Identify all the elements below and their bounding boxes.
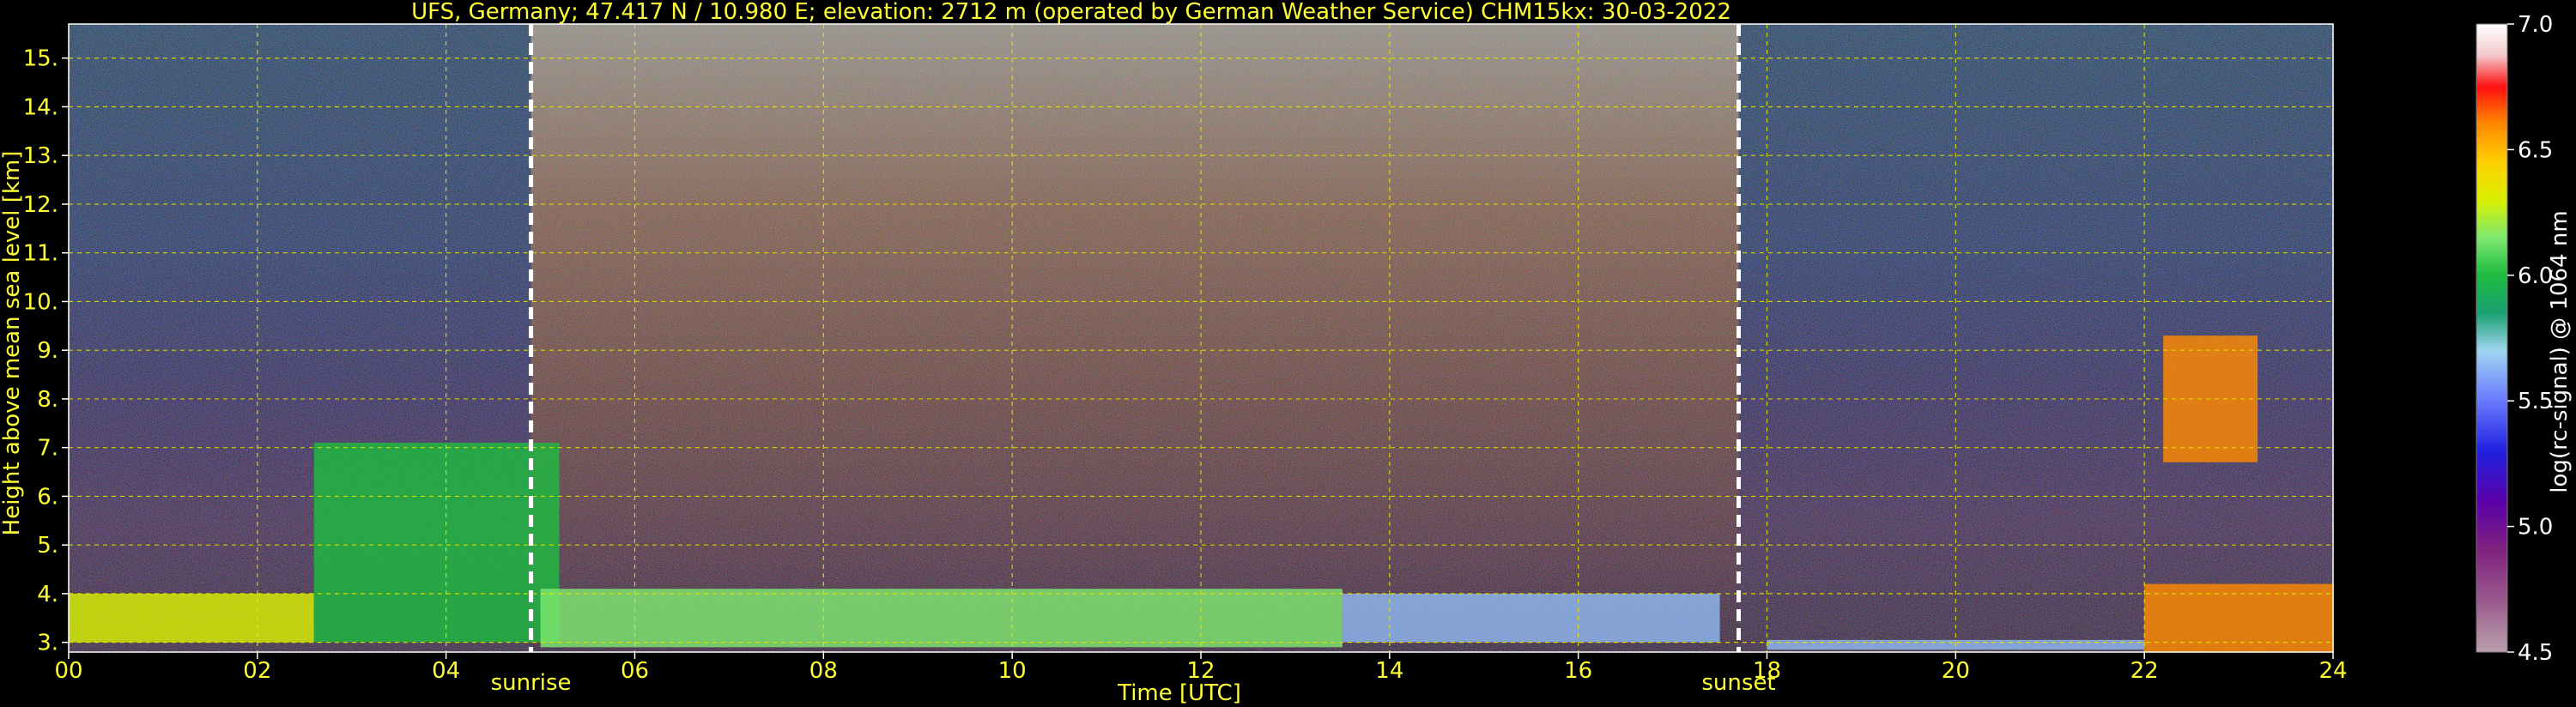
x-axis-label: Time [UTC] <box>1117 680 1241 706</box>
x-tick-label: 22 <box>2131 658 2159 684</box>
x-tick-label: 24 <box>2318 658 2347 684</box>
colorbar-tick-label: 6.5 <box>2518 137 2553 163</box>
x-tick-label: 02 <box>243 658 271 684</box>
x-tick-label: 20 <box>1942 658 1970 684</box>
x-tick-label: 08 <box>809 658 838 684</box>
y-tick-label: 9. <box>37 338 58 364</box>
y-axis-ticks: 3. 4. 5. 6. 7. 8. 9. 10. 11. 12. 13. 14. 15. <box>23 46 69 656</box>
colorbar-tick-label: 4.5 <box>2518 640 2553 666</box>
y-tick-label: 15. <box>23 46 58 72</box>
y-axis-label: Height above mean sea level [km] <box>0 151 25 536</box>
x-axis-ticks: 00 02 04 06 08 10 12 14 16 18 20 22 24 <box>54 652 2348 684</box>
x-tick-label: 14 <box>1375 658 1403 684</box>
sunrise-label: sunrise <box>491 670 572 696</box>
y-tick-label: 3. <box>37 631 58 656</box>
x-tick-label: 04 <box>432 658 460 684</box>
y-tick-label: 10. <box>23 289 58 315</box>
y-tick-label: 14. <box>23 94 58 120</box>
feature-0 <box>69 593 314 643</box>
x-tick-label: 18 <box>1753 658 1781 684</box>
plot-area: sunrise sunset <box>68 23 2334 696</box>
y-tick-label: 13. <box>23 143 58 169</box>
chart-title: UFS, Germany; 47.417 N / 10.980 E; eleva… <box>411 0 1731 25</box>
ceilometer-chart: sunrise sunset 00 02 04 06 08 10 12 14 16 18 20 22 24… <box>0 0 2573 706</box>
colorbar-scale <box>2476 23 2508 653</box>
x-tick-label: 00 <box>54 658 82 684</box>
feature-3 <box>1342 593 1720 643</box>
x-tick-label: 16 <box>1564 658 1592 684</box>
x-tick-label: 10 <box>998 658 1027 684</box>
y-tick-label: 8. <box>37 387 58 413</box>
colorbar-tick-label: 5.0 <box>2518 515 2553 541</box>
colorbar-label: log(rc-signal) @ 1064 nm <box>2547 210 2573 492</box>
colorbar-tick-label: 7.0 <box>2518 12 2553 38</box>
feature-2 <box>540 589 1343 648</box>
y-tick-label: 7. <box>37 436 58 462</box>
y-tick-label: 12. <box>23 192 58 218</box>
y-tick-label: 11. <box>23 241 58 267</box>
feature-1 <box>313 443 560 643</box>
y-tick-label: 4. <box>37 582 58 607</box>
colorbar: 4.55.05.56.06.57.0 log(rc-signal) @ 1064… <box>2476 12 2573 666</box>
y-tick-label: 5. <box>37 533 58 559</box>
x-tick-label: 06 <box>621 658 649 684</box>
y-tick-label: 6. <box>37 484 58 510</box>
